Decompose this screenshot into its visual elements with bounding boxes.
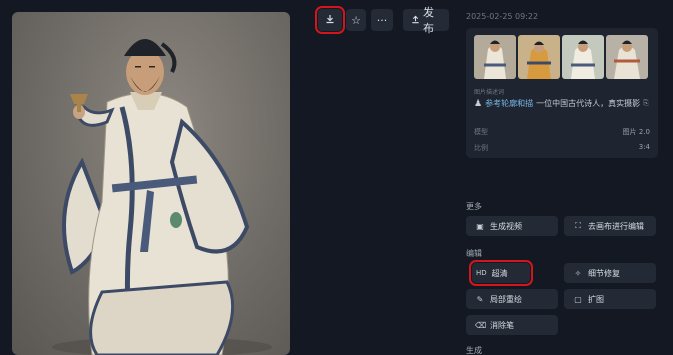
detail-repair-button[interactable]: ✧ 细节修复 bbox=[564, 263, 656, 283]
publish-button[interactable]: 发布 bbox=[403, 6, 449, 35]
star-icon: ☆ bbox=[351, 13, 361, 27]
eraser-icon: ⌫ bbox=[475, 320, 487, 330]
more-icon: ··· bbox=[376, 13, 388, 27]
download-icon bbox=[325, 14, 335, 27]
expand-button[interactable]: ▢ 扩图 bbox=[564, 289, 656, 309]
hd-icon: HD bbox=[476, 269, 487, 277]
ratio-value: 3:4 bbox=[638, 143, 650, 151]
download-button[interactable] bbox=[315, 6, 345, 34]
timestamp: 2025-02-25 09:22 bbox=[466, 12, 539, 21]
copy-icon[interactable]: ⎘ bbox=[643, 99, 649, 108]
description-label: 图片描述词 bbox=[474, 89, 505, 96]
local-redraw-button[interactable]: ✎ 局部重绘 bbox=[466, 289, 558, 309]
generate-video-label: 生成视频 bbox=[490, 221, 522, 231]
model-row: 模型 图片 2.0 bbox=[474, 127, 650, 137]
eraser-button[interactable]: ⌫ 消除笔 bbox=[466, 315, 558, 335]
description-rest: 一位中国古代诗人，真实摄影 bbox=[536, 99, 641, 108]
ratio-row: 比例 3:4 bbox=[474, 143, 650, 153]
more-button[interactable]: ··· bbox=[371, 9, 393, 31]
eraser-label: 消除笔 bbox=[490, 320, 514, 330]
magic-wand-icon: ✧ bbox=[574, 268, 582, 278]
model-label: 模型 bbox=[474, 128, 488, 136]
expand-label: 扩图 bbox=[588, 294, 604, 304]
description-prefix: 参考轮廓和描 bbox=[485, 99, 534, 108]
generate-video-button[interactable]: ▣ 生成视频 bbox=[466, 216, 558, 236]
super-resolution-label: 超清 bbox=[491, 268, 508, 278]
model-value: 图片 2.0 bbox=[622, 128, 650, 136]
image-info-card: 图片描述词 ♟ 参考轮廓和描 一位中国古代诗人，真实摄影 ⎘ 模型 图片 2.0… bbox=[466, 28, 658, 158]
ratio-label: 比例 bbox=[474, 144, 488, 152]
section-edit-title: 编辑 bbox=[466, 249, 482, 258]
expand-icon: ▢ bbox=[574, 294, 582, 304]
canvas-icon: ⛶ bbox=[575, 221, 581, 230]
detail-repair-label: 细节修复 bbox=[588, 268, 620, 278]
thumbnail-4[interactable] bbox=[606, 35, 648, 79]
generated-image[interactable] bbox=[12, 12, 290, 355]
description-text[interactable]: ♟ 参考轮廓和描 一位中国古代诗人，真实摄影 ⎘ bbox=[474, 98, 649, 109]
upload-icon bbox=[411, 14, 420, 27]
favorite-button[interactable]: ☆ bbox=[346, 9, 366, 31]
poet-illustration bbox=[52, 39, 272, 355]
brush-icon: ✎ bbox=[476, 294, 484, 304]
publish-label: 发布 bbox=[423, 6, 434, 35]
canvas-edit-label: 去画布进行编辑 bbox=[588, 221, 644, 231]
thumbnail-1[interactable] bbox=[474, 35, 516, 79]
canvas-edit-button[interactable]: ⛶ 去画布进行编辑 bbox=[564, 216, 656, 236]
section-more-title: 更多 bbox=[466, 202, 482, 211]
local-redraw-label: 局部重绘 bbox=[490, 294, 522, 304]
super-resolution-button[interactable]: HD 超清 bbox=[469, 260, 533, 286]
thumbnail-3[interactable] bbox=[562, 35, 604, 79]
thumbnail-2[interactable] bbox=[518, 35, 560, 79]
video-icon: ▣ bbox=[476, 221, 484, 231]
section-generate-title: 生成 bbox=[466, 346, 482, 355]
reference-icon: ♟ bbox=[474, 98, 483, 109]
